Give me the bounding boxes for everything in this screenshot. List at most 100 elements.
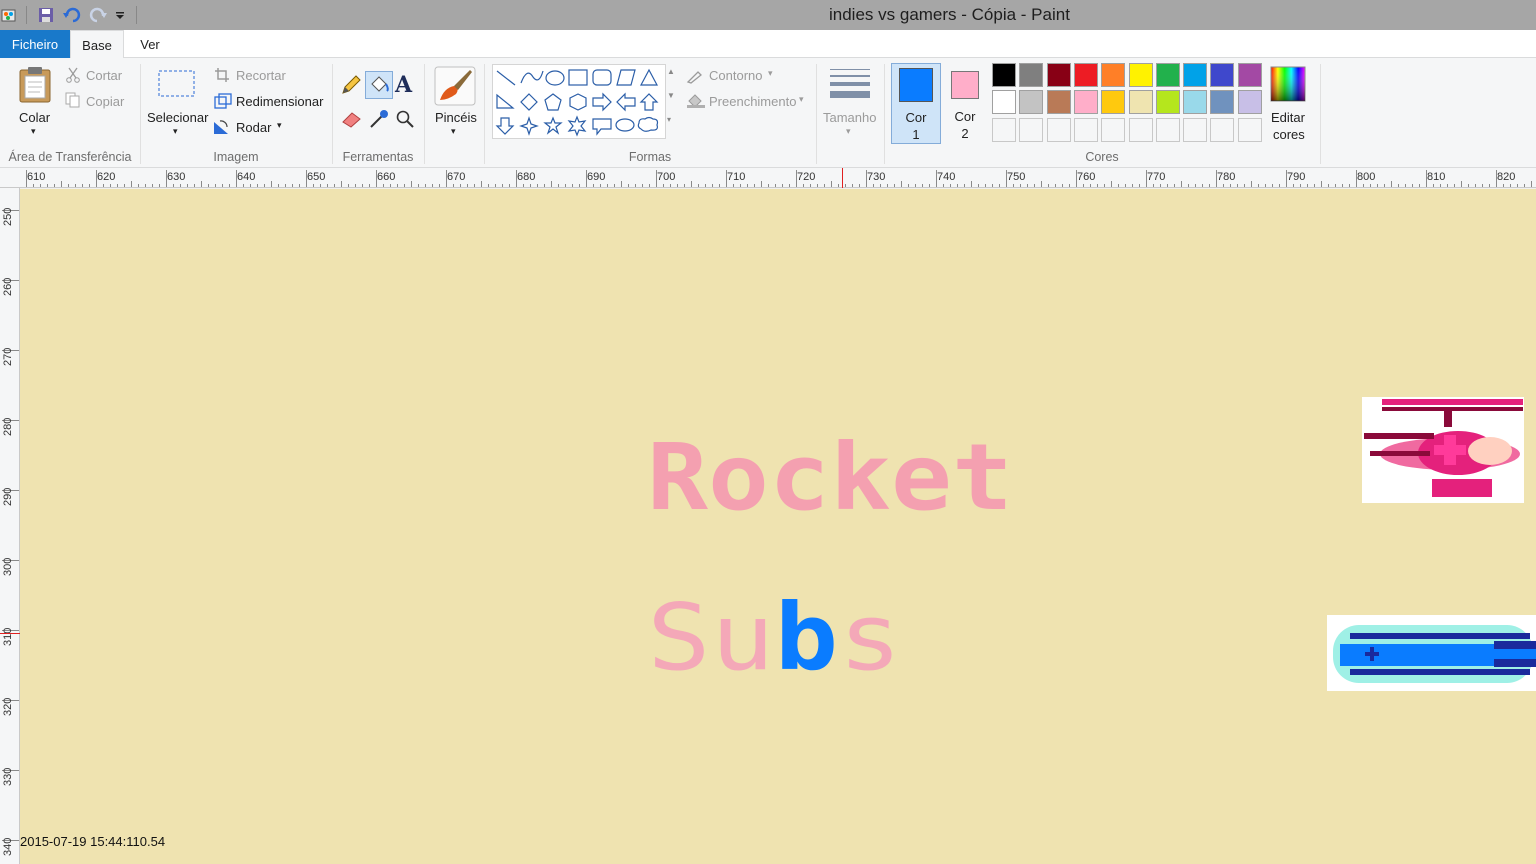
save-icon[interactable] <box>36 6 56 24</box>
paste-icon[interactable] <box>18 66 52 107</box>
image-group-label: Imagem <box>213 150 259 164</box>
ruler-minor-tick <box>677 184 678 187</box>
size-button[interactable]: Tamanho <box>823 110 876 125</box>
palette-custom-slot[interactable] <box>1237 117 1262 142</box>
ruler-minor-tick <box>1265 184 1266 187</box>
select-icon[interactable] <box>158 70 196 101</box>
drawing-canvas[interactable]: Rocket Su bs <box>20 189 1536 864</box>
tab-home[interactable]: Base <box>70 30 124 59</box>
select-dropdown-icon[interactable]: ▾ <box>173 126 178 137</box>
shapes-scroll-icon[interactable]: ▲ ▼ ▾ <box>667 66 677 140</box>
palette-custom-slot[interactable] <box>1073 117 1098 142</box>
eraser-icon[interactable] <box>340 109 362 132</box>
ruler-minor-tick <box>1251 181 1252 187</box>
color2-button[interactable]: Cor 2 <box>943 63 987 144</box>
palette-color-swatch[interactable] <box>1019 90 1044 115</box>
ruler-minor-tick <box>929 184 930 187</box>
pencil-icon[interactable] <box>340 74 362 99</box>
color-picker-icon[interactable] <box>368 108 390 133</box>
ruler-minor-tick <box>453 184 454 187</box>
ruler-minor-tick <box>1524 184 1525 187</box>
palette-custom-slot[interactable] <box>1210 117 1235 142</box>
palette-custom-slot[interactable] <box>1046 117 1071 142</box>
palette-color-swatch[interactable] <box>1155 63 1180 87</box>
palette-color-swatch[interactable] <box>1210 63 1235 87</box>
rotate-button[interactable]: Rodar <box>236 120 271 135</box>
palette-color-swatch[interactable] <box>1210 90 1235 115</box>
tab-view[interactable]: Ver <box>130 30 170 58</box>
ruler-minor-tick <box>285 184 286 187</box>
size-dropdown-icon[interactable]: ▾ <box>846 126 851 137</box>
palette-custom-slot[interactable] <box>1183 117 1208 142</box>
fill-shape-button[interactable]: Preenchimento <box>709 94 796 109</box>
redo-icon[interactable] <box>88 6 108 24</box>
paint-app-icon[interactable] <box>0 6 18 24</box>
color1-button[interactable]: Cor 1 <box>891 63 941 144</box>
ruler-minor-tick <box>754 184 755 187</box>
ruler-minor-tick <box>397 184 398 187</box>
palette-color-swatch[interactable] <box>1073 90 1098 115</box>
outline-button[interactable]: Contorno <box>709 68 762 83</box>
ruler-minor-tick <box>1328 184 1329 187</box>
brushes-icon[interactable] <box>434 66 476 109</box>
palette-color-swatch[interactable] <box>1155 90 1180 115</box>
ruler-label: 690 <box>587 171 606 183</box>
edit-colors-icon[interactable] <box>1270 66 1306 105</box>
palette-color-swatch[interactable] <box>1046 63 1071 87</box>
ruler-minor-tick <box>292 184 293 187</box>
ruler-minor-tick <box>572 184 573 187</box>
ruler-label: 650 <box>307 171 326 183</box>
paste-dropdown-icon[interactable]: ▾ <box>31 126 36 137</box>
subs-text-b: b <box>775 584 839 691</box>
ruler-label: 730 <box>867 171 886 183</box>
ruler-minor-tick <box>523 184 524 187</box>
palette-custom-slot[interactable] <box>1101 117 1126 142</box>
brushes-dropdown-icon[interactable]: ▾ <box>451 126 456 137</box>
palette-color-swatch[interactable] <box>1183 63 1208 87</box>
ruler-minor-tick <box>481 181 482 187</box>
ruler-minor-tick <box>320 184 321 187</box>
palette-color-swatch[interactable] <box>992 90 1016 115</box>
crop-button[interactable]: Recortar <box>236 68 286 83</box>
outline-dropdown-icon[interactable]: ▾ <box>768 68 773 79</box>
ruler-minor-tick <box>103 184 104 187</box>
resize-button[interactable]: Redimensionar <box>236 94 323 109</box>
fill-icon[interactable] <box>365 71 393 99</box>
ruler-minor-tick <box>1307 184 1308 187</box>
undo-icon[interactable] <box>62 6 82 24</box>
paste-button[interactable]: Colar <box>19 110 50 125</box>
palette-color-swatch[interactable] <box>1183 90 1208 115</box>
palette-color-swatch[interactable] <box>1237 90 1262 115</box>
palette-color-swatch[interactable] <box>1101 90 1126 115</box>
tab-file[interactable]: Ficheiro <box>0 30 70 58</box>
cut-button[interactable]: Cortar <box>86 68 122 83</box>
customize-quick-access-icon[interactable] <box>114 6 126 24</box>
palette-color-swatch[interactable] <box>1073 63 1098 87</box>
palette-color-swatch[interactable] <box>1019 63 1044 87</box>
palette-color-swatch[interactable] <box>1128 63 1153 87</box>
palette-color-swatch[interactable] <box>1128 90 1153 115</box>
fill-shape-dropdown-icon[interactable]: ▾ <box>799 94 804 105</box>
palette-color-swatch[interactable] <box>1237 63 1262 87</box>
palette-color-swatch[interactable] <box>1101 63 1126 87</box>
palette-custom-slot[interactable] <box>1128 117 1153 142</box>
svg-text:Subs: Su bs <box>647 584 902 691</box>
palette-custom-slot[interactable] <box>1155 117 1180 142</box>
brushes-button[interactable]: Pincéis <box>435 110 477 125</box>
palette-color-swatch[interactable] <box>1046 90 1071 115</box>
shapes-gallery[interactable] <box>492 64 666 139</box>
ruler-minor-tick <box>1223 184 1224 187</box>
rotate-dropdown-icon[interactable]: ▾ <box>277 120 282 131</box>
select-button[interactable]: Selecionar <box>147 110 208 125</box>
text-tool-icon[interactable]: A <box>395 72 412 98</box>
magnifier-icon[interactable] <box>395 109 415 132</box>
palette-custom-slot[interactable] <box>992 117 1016 142</box>
size-icon[interactable] <box>830 68 870 103</box>
ruler-minor-tick <box>1349 184 1350 187</box>
palette-color-swatch[interactable] <box>992 63 1016 87</box>
copy-button[interactable]: Copiar <box>86 94 124 109</box>
ruler-minor-tick <box>719 184 720 187</box>
palette-custom-slot[interactable] <box>1019 117 1044 142</box>
ruler-minor-tick <box>334 184 335 187</box>
window-title: indies vs gamers - Cópia - Paint <box>829 5 1070 24</box>
